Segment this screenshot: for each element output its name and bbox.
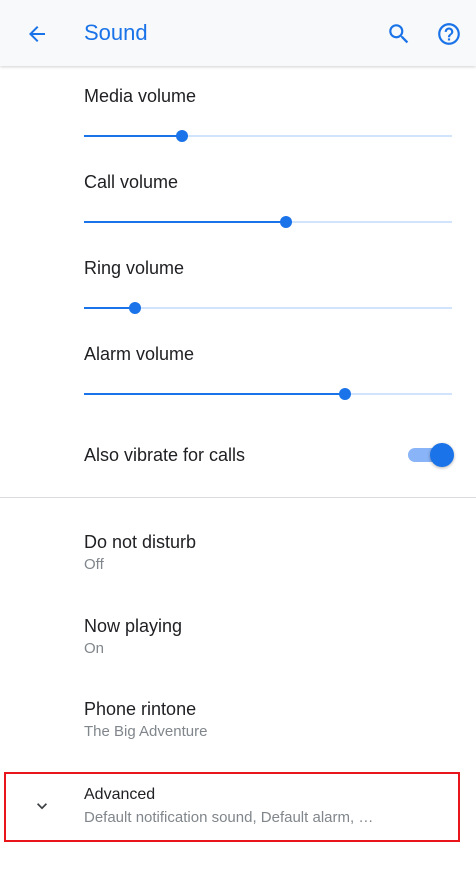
ring-volume-label: Ring volume <box>84 258 185 278</box>
slider-thumb[interactable] <box>175 130 188 142</box>
slider-fill <box>84 307 136 309</box>
phone-ringtone-item[interactable]: Phone rintone The Big Adventure <box>0 678 476 758</box>
arrow-back-icon <box>29 26 45 42</box>
slider-fill <box>84 221 286 223</box>
expand-button[interactable] <box>30 794 54 818</box>
slider-thumb[interactable] <box>129 302 142 314</box>
do-not-disturb-title: Do not disturb <box>84 532 197 552</box>
phone-ringtone-value: The Big Adventure <box>84 723 208 740</box>
media-volume-slider[interactable] <box>84 126 452 146</box>
now-playing-title: Now playing <box>84 616 183 636</box>
call-volume-slider[interactable] <box>84 212 452 232</box>
slider-thumb[interactable] <box>279 216 292 228</box>
vibrate-for-calls-toggle[interactable] <box>406 443 454 467</box>
search-icon <box>389 24 409 44</box>
media-volume-label: Media volume <box>84 86 197 106</box>
chevron-down-icon <box>37 803 47 810</box>
do-not-disturb-status: Off <box>84 556 104 573</box>
advanced-title: Advanced <box>84 786 156 803</box>
ring-volume-slider[interactable] <box>84 298 452 318</box>
advanced-summary: Default notification sound, Default alar… <box>84 809 374 826</box>
slider-fill <box>84 393 346 395</box>
slider-fill <box>84 135 182 137</box>
now-playing-status: On <box>84 640 105 657</box>
alarm-volume-slider[interactable] <box>84 384 452 404</box>
page-title: Sound <box>84 20 148 45</box>
slider-thumb[interactable] <box>339 388 352 400</box>
app-bar: Sound <box>0 0 476 66</box>
back-button[interactable] <box>18 15 56 53</box>
vibrate-for-calls-label: Also vibrate for calls <box>84 445 246 465</box>
help-icon <box>438 23 460 45</box>
alarm-volume-label: Alarm volume <box>84 344 195 364</box>
advanced-item[interactable]: Advanced Default notification sound, Def… <box>4 772 460 842</box>
search-button[interactable] <box>380 15 418 53</box>
phone-ringtone-title: Phone rintone <box>84 699 197 719</box>
section-divider <box>0 497 476 498</box>
help-button[interactable] <box>430 15 468 53</box>
call-volume-label: Call volume <box>84 172 179 192</box>
now-playing-item[interactable]: Now playing On <box>0 594 476 674</box>
do-not-disturb-item[interactable]: Do not disturb Off <box>0 510 476 590</box>
